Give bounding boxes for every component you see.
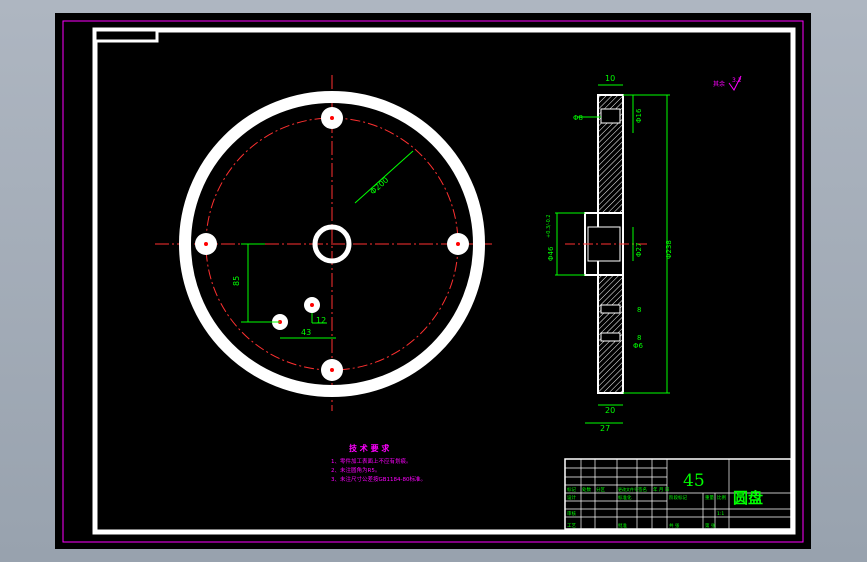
roughness-label: 其余	[713, 80, 725, 88]
svg-text:阶段标记: 阶段标记	[669, 494, 687, 501]
svg-text:更改文件号: 更改文件号	[618, 486, 638, 492]
dim-slot-a: 8	[637, 306, 641, 314]
dim-85: 85	[232, 276, 241, 286]
material-text: 45	[683, 471, 705, 491]
dim-mid-dia: Φ27	[635, 243, 643, 257]
dim-slot-b: 8	[637, 334, 641, 342]
pcd-dimension: Φ200	[368, 175, 390, 196]
technical-notes: 技 术 要 求 1、零件加工表面上不应有划痕。 2、未注圆角为R5。 3、未注尺…	[331, 443, 426, 483]
svg-text:标记: 标记	[567, 486, 576, 493]
dim-top-dia: Φ16	[635, 108, 643, 123]
svg-text:批准: 批准	[618, 522, 627, 529]
cad-viewport[interactable]: Φ200 85 12 43 10 Φ8 Φ16 Φ46 +0.3/-0.2 Φ2…	[55, 13, 811, 549]
front-view: Φ200 85 12 43	[155, 75, 492, 411]
drawing-title: 圆盘	[733, 489, 763, 507]
svg-text:审核: 审核	[567, 510, 576, 517]
dim-small-bore: Φ6	[633, 342, 644, 350]
svg-text:年 月 日: 年 月 日	[653, 486, 669, 493]
svg-text:重量: 重量	[705, 494, 714, 501]
drawing-canvas: Φ200 85 12 43 10 Φ8 Φ16 Φ46 +0.3/-0.2 Φ2…	[62, 20, 804, 543]
svg-text:1:1: 1:1	[717, 511, 724, 517]
dim-outer-dia: Φ238	[665, 240, 673, 259]
svg-text:标准化: 标准化	[618, 494, 632, 501]
svg-text:共 张: 共 张	[669, 522, 680, 529]
dim-hub-dia: Φ46	[547, 246, 555, 261]
dim-top-width: 10	[605, 74, 615, 83]
drawing-border	[92, 27, 796, 535]
svg-text:设计: 设计	[567, 494, 576, 501]
svg-text:分区: 分区	[596, 486, 605, 493]
dim-12: 12	[316, 316, 326, 325]
dim-hub-tol: +0.3/-0.2	[546, 214, 552, 238]
svg-text:签名: 签名	[638, 486, 647, 493]
note-line-3: 3、未注尺寸公差按GB1184-80标准。	[331, 475, 426, 483]
svg-text:工艺: 工艺	[567, 523, 576, 529]
dim-bore: Φ8	[573, 114, 583, 122]
note-line-1: 1、零件加工表面上不应有划痕。	[331, 457, 412, 465]
side-section-view: 10 Φ8 Φ16 Φ46 +0.3/-0.2 Φ27 Φ238 8 8 Φ6 …	[546, 74, 742, 433]
svg-text:第 张: 第 张	[705, 522, 716, 529]
title-block: 45 圆盘 标记 处数 分区 更改文件号 签名 年 月 日 设计 标准化 审核 …	[564, 458, 792, 530]
notes-heading: 技 术 要 求	[349, 443, 390, 453]
note-line-2: 2、未注圆角为R5。	[331, 466, 380, 474]
dim-total-width: 27	[600, 424, 610, 433]
dim-bottom-width: 20	[605, 406, 615, 415]
svg-text:比例: 比例	[717, 494, 726, 501]
outer-frame	[62, 20, 804, 543]
svg-text:处数: 处数	[582, 486, 591, 493]
dim-43: 43	[301, 328, 311, 337]
corner-tag	[93, 28, 159, 43]
